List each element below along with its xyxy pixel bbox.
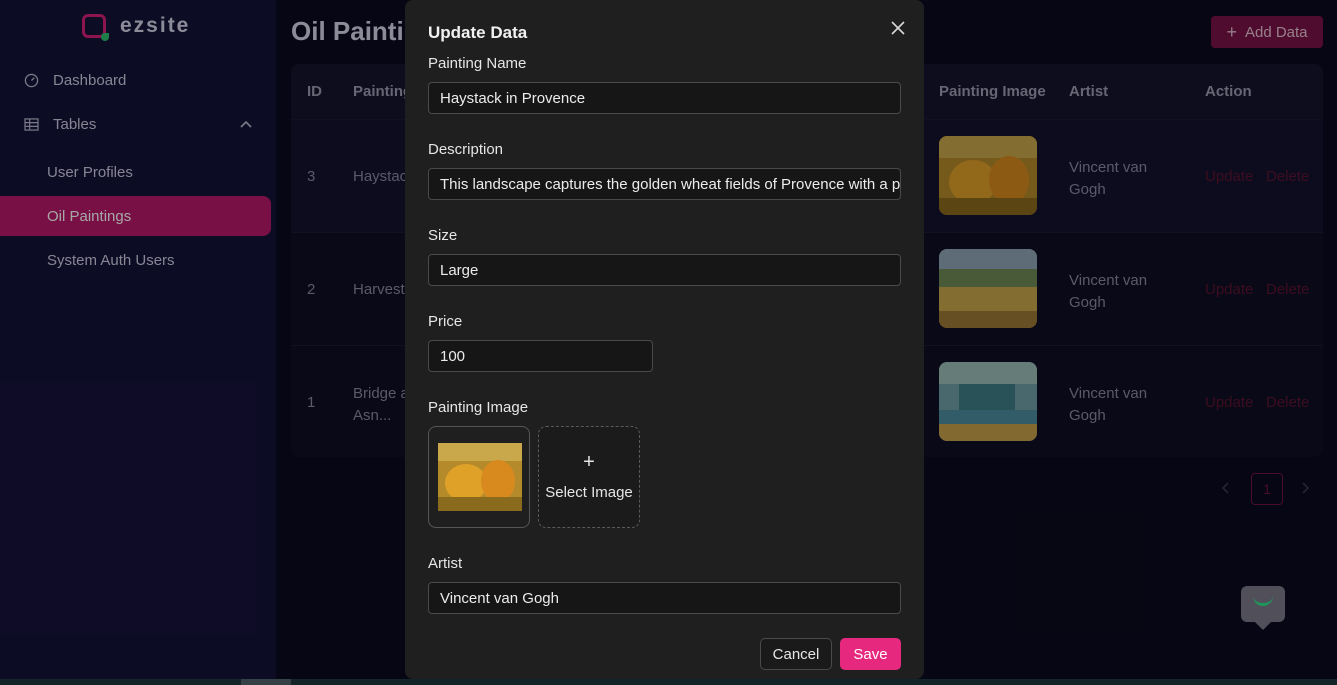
modal-title: Update Data xyxy=(428,23,528,42)
description-label: Description xyxy=(428,141,504,158)
save-button[interactable]: Save xyxy=(840,638,901,670)
price-label: Price xyxy=(428,313,463,330)
painting-name-label: Painting Name xyxy=(428,55,527,72)
painting-name-input[interactable]: Haystack in Provence xyxy=(428,82,901,114)
artist-label: Artist xyxy=(428,555,463,572)
close-icon[interactable] xyxy=(887,17,909,39)
plus-icon: + xyxy=(583,451,595,473)
uploaded-image-preview[interactable] xyxy=(428,426,530,528)
select-image-button[interactable]: + Select Image xyxy=(538,426,640,528)
select-image-label: Select Image xyxy=(545,484,633,501)
update-data-modal: Update Data Painting Name Haystack in Pr… xyxy=(405,0,924,679)
painting-thumbnail xyxy=(438,443,522,511)
painting-image-label: Painting Image xyxy=(428,399,529,416)
size-input[interactable]: Large xyxy=(428,254,901,286)
artist-input[interactable]: Vincent van Gogh xyxy=(428,582,901,614)
size-label: Size xyxy=(428,227,458,244)
cancel-button[interactable]: Cancel xyxy=(760,638,832,670)
price-input[interactable]: 100 xyxy=(428,340,653,372)
description-input[interactable]: This landscape captures the golden wheat… xyxy=(428,168,901,200)
